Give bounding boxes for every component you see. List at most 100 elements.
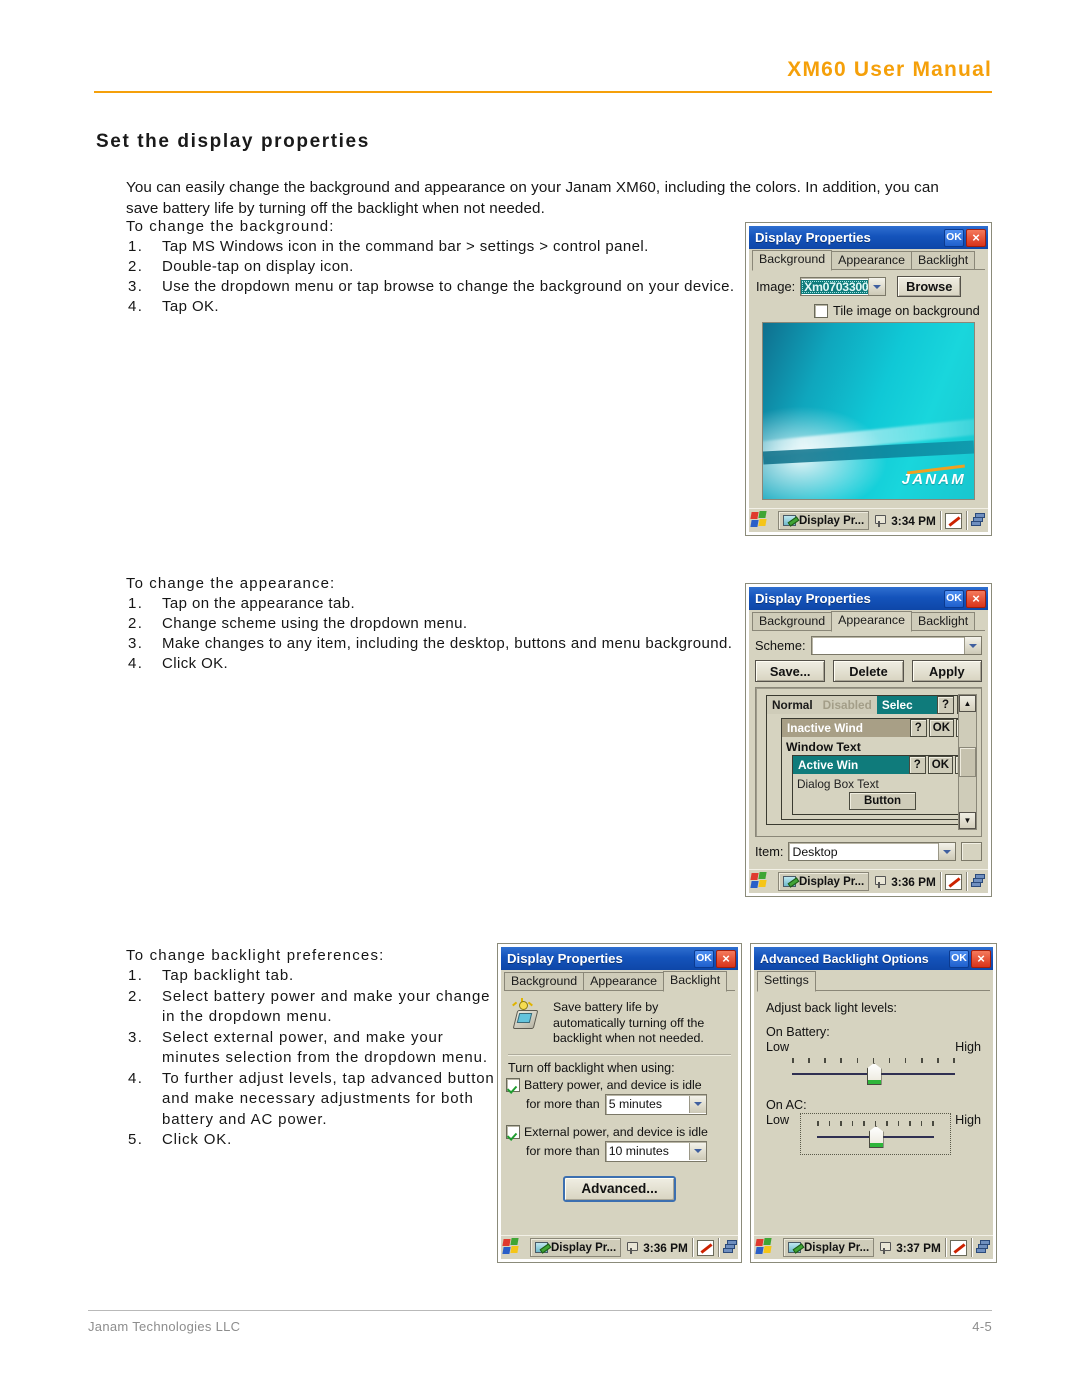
windows-start-icon[interactable] [750, 511, 772, 530]
sample-help-button[interactable]: ? [908, 756, 926, 774]
chevron-down-icon[interactable] [868, 278, 886, 295]
clock[interactable]: 3:37 PM [896, 1241, 941, 1255]
stylus-input-icon[interactable] [696, 1239, 714, 1256]
clock[interactable]: 3:36 PM [643, 1241, 688, 1255]
close-icon[interactable]: × [966, 228, 986, 247]
power-plug-icon[interactable] [872, 874, 887, 889]
image-combobox[interactable]: Xm07033001 [800, 277, 887, 296]
backlight-bulb-device-icon [510, 998, 544, 1032]
step-number: 1. [128, 967, 144, 984]
tab-backlight[interactable]: Backlight [910, 251, 976, 270]
apply-button[interactable]: Apply [911, 660, 982, 682]
sample-help-button[interactable]: ? [937, 696, 954, 714]
tile-image-checkbox[interactable] [814, 303, 828, 318]
list-item: 4. Click OK. [126, 654, 746, 674]
chevron-down-icon[interactable] [688, 1142, 706, 1160]
step-number: 5. [128, 1131, 144, 1148]
sample-scrollbar[interactable]: ▲ ▼ [958, 694, 977, 830]
taskbar-item-display-properties[interactable]: Display Pr... [530, 1238, 622, 1257]
step-text: Click OK. [162, 1131, 233, 1148]
close-icon[interactable]: × [716, 949, 736, 968]
tab-bar: Background Appearance Backlight [501, 970, 738, 992]
close-icon[interactable]: × [971, 949, 991, 968]
save-button[interactable]: Save... [755, 660, 826, 682]
taskbar-item-label: Display Pr... [804, 1241, 870, 1254]
windows-start-icon[interactable] [502, 1238, 524, 1257]
tab-appearance[interactable]: Appearance [583, 972, 664, 991]
battery-slider[interactable] [792, 1054, 955, 1088]
display-icon [783, 875, 796, 888]
divider [691, 1238, 693, 1257]
battery-slider-thumb[interactable] [866, 1063, 882, 1085]
browse-button[interactable]: Browse [897, 276, 962, 297]
list-item: 3. Use the dropdown menu or tap browse to… [126, 277, 746, 297]
tab-background[interactable]: Background [752, 250, 833, 271]
sample-dialog-box-text: Dialog Box Text [797, 777, 879, 791]
item-combobox[interactable]: Desktop [788, 842, 956, 861]
scroll-up-icon[interactable]: ▲ [959, 695, 976, 712]
chevron-down-icon[interactable] [938, 843, 955, 860]
sample-disabled-label: Disabled [817, 696, 877, 714]
sample-ok-button[interactable]: OK [927, 756, 953, 774]
external-power-checkbox[interactable] [506, 1124, 520, 1139]
backlight-note-text: Save battery life by automatically turni… [553, 1000, 705, 1045]
taskbar: Display Pr... 3:34 PM [749, 508, 988, 532]
stylus-input-icon[interactable] [949, 1239, 967, 1256]
windows-start-icon[interactable] [755, 1238, 777, 1257]
tab-background[interactable]: Background [752, 612, 833, 631]
window-stack-icon[interactable] [722, 1240, 739, 1255]
step-number: 1. [128, 238, 144, 255]
external-timeout-combobox[interactable]: 10 minutes [604, 1140, 707, 1162]
sample-ok-button[interactable]: OK [928, 719, 954, 737]
tab-appearance[interactable]: Appearance [831, 251, 912, 270]
power-plug-icon[interactable] [872, 513, 887, 528]
taskbar-item-display-properties[interactable]: Display Pr... [778, 511, 870, 530]
scroll-down-icon[interactable]: ▼ [959, 812, 976, 829]
windows-start-icon[interactable] [750, 872, 772, 891]
close-icon[interactable]: × [966, 589, 986, 608]
step-text: Tap backlight tab. [162, 967, 295, 984]
clock[interactable]: 3:34 PM [891, 514, 936, 528]
sample-help-button[interactable]: ? [909, 719, 927, 737]
chevron-down-icon[interactable] [964, 637, 981, 654]
step-text: Make changes to any item, including the … [162, 635, 733, 652]
step-text: Double-tap on display icon. [162, 258, 354, 275]
power-plug-icon[interactable] [624, 1240, 639, 1255]
ok-button[interactable]: OK [944, 228, 964, 247]
window-stack-icon[interactable] [970, 513, 987, 528]
tab-appearance[interactable]: Appearance [831, 611, 912, 632]
color-swatch-button[interactable] [961, 842, 982, 861]
tab-background[interactable]: Background [504, 972, 585, 991]
tab-settings[interactable]: Settings [757, 971, 816, 992]
chevron-down-icon[interactable] [688, 1095, 706, 1113]
delete-button[interactable]: Delete [833, 660, 904, 682]
list-item: 1. Tap MS Windows icon in the command bar… [126, 237, 746, 257]
ac-slider-thumb[interactable] [868, 1126, 884, 1148]
ok-button[interactable]: OK [694, 949, 714, 968]
step-text: Tap OK. [162, 298, 219, 315]
scrollbar-thumb[interactable] [959, 747, 976, 777]
ok-button[interactable]: OK [944, 589, 964, 608]
stylus-input-icon[interactable] [944, 873, 962, 890]
ok-button[interactable]: OK [949, 949, 969, 968]
clock[interactable]: 3:36 PM [891, 875, 936, 889]
window-stack-icon[interactable] [970, 874, 987, 889]
scheme-combobox[interactable] [810, 636, 982, 655]
taskbar-item-display-properties[interactable]: Display Pr... [778, 872, 870, 891]
sample-button[interactable]: Button [848, 792, 917, 810]
battery-timeout-combobox[interactable]: 5 minutes [604, 1093, 707, 1115]
advanced-button[interactable]: Advanced... [563, 1175, 676, 1202]
tab-backlight[interactable]: Backlight [662, 971, 728, 992]
battery-power-checkbox[interactable] [506, 1077, 520, 1092]
on-ac-slider-group [800, 1113, 951, 1155]
window-stack-icon[interactable] [975, 1240, 992, 1255]
tab-backlight[interactable]: Backlight [910, 612, 976, 631]
slider-ticks [817, 1121, 934, 1126]
sample-window-active: Active Win ? OK × Dialog Box Text Button [792, 755, 973, 815]
ac-slider[interactable] [817, 1117, 934, 1151]
sample-titlebar: Normal Disabled Selec ? × [767, 696, 974, 714]
turn-off-backlight-label: Turn off backlight when using: [508, 1060, 675, 1075]
power-plug-icon[interactable] [877, 1240, 892, 1255]
stylus-input-icon[interactable] [944, 512, 962, 529]
taskbar-item-display-properties[interactable]: Display Pr... [783, 1238, 875, 1257]
